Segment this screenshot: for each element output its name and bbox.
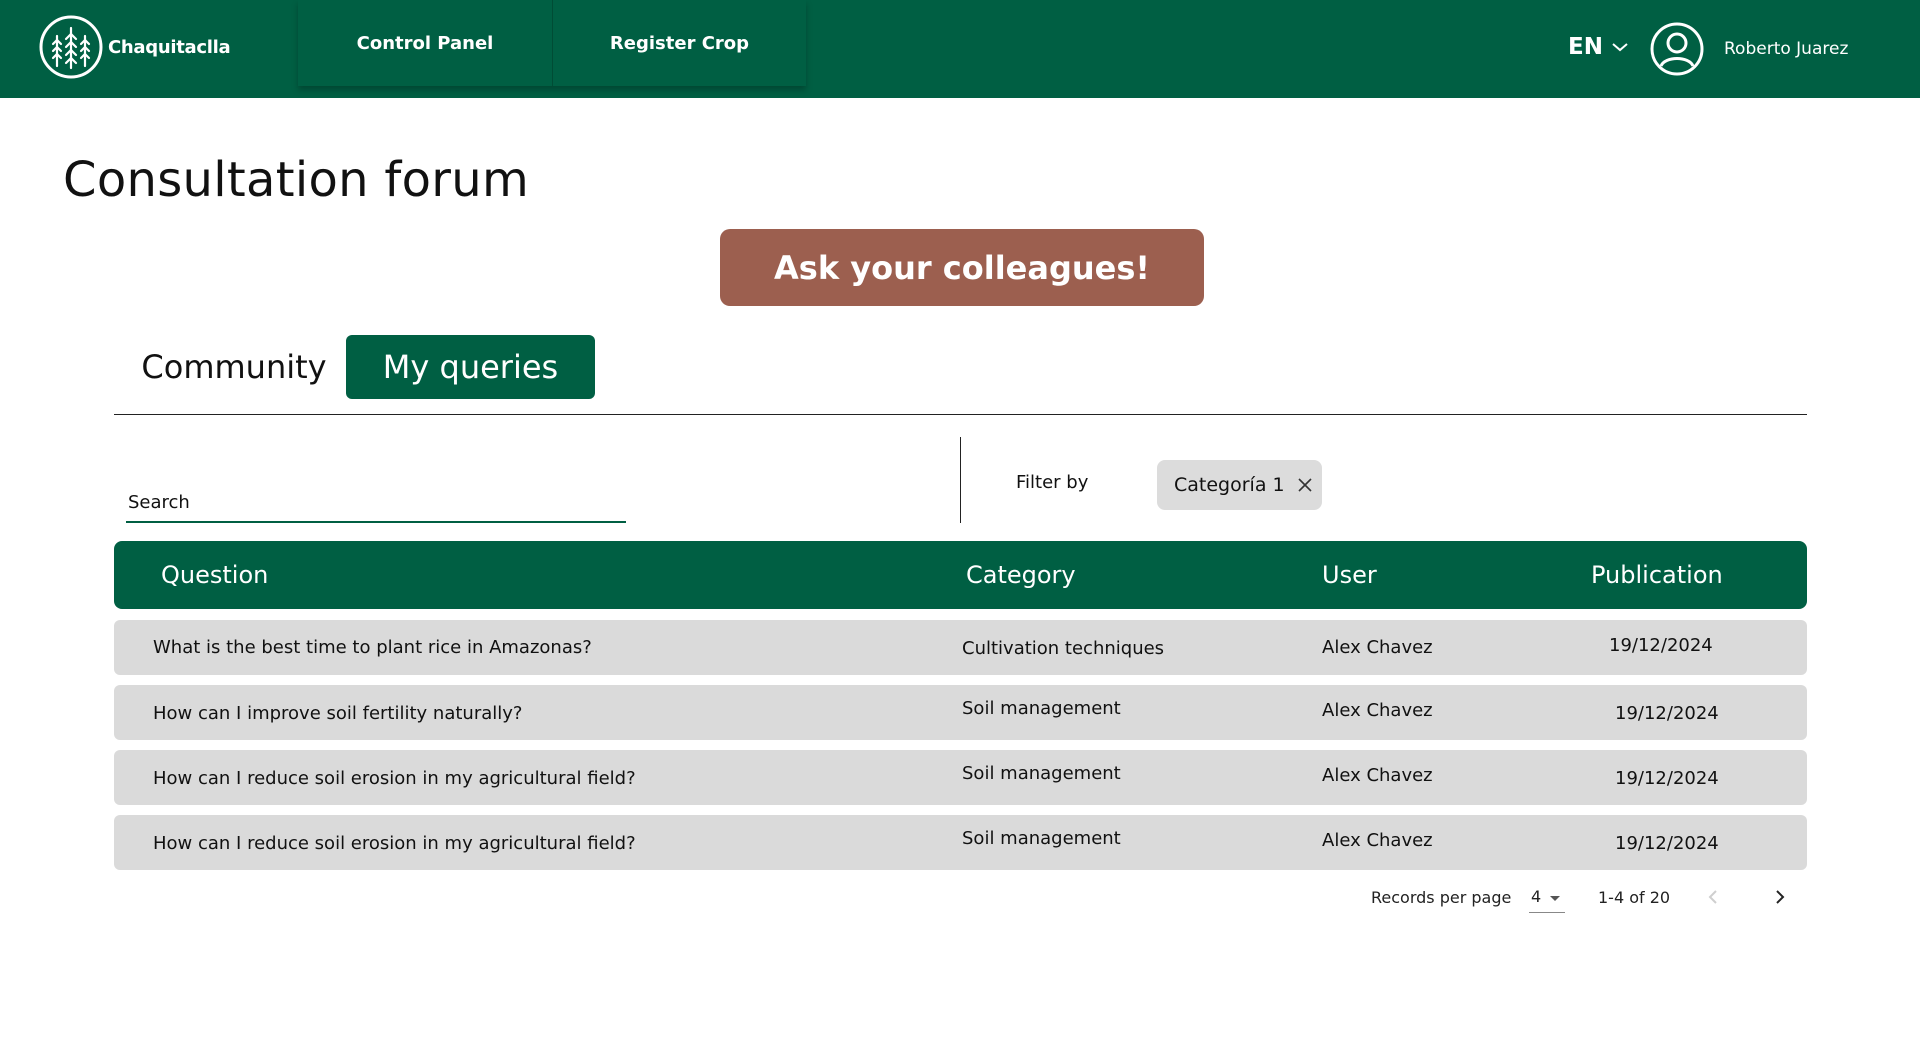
language-label: EN [1568,34,1603,60]
row-publication: 19/12/2024 [1609,635,1713,656]
filter-divider [960,437,961,523]
page-title: Consultation forum [63,152,530,208]
row-user: Alex Chavez [1322,700,1433,721]
row-user: Alex Chavez [1322,830,1433,851]
user-circle-icon[interactable] [1650,22,1704,76]
table-row[interactable]: How can I reduce soil erosion in my agri… [114,815,1807,870]
row-question: How can I reduce soil erosion in my agri… [153,833,636,854]
row-publication: 19/12/2024 [1615,703,1719,724]
records-per-page-select[interactable]: 4 [1529,885,1565,913]
row-publication: 19/12/2024 [1615,768,1719,789]
tab-my-queries[interactable]: My queries [346,335,595,399]
close-icon[interactable] [1297,477,1313,493]
column-header-user[interactable]: User [1322,561,1377,589]
row-category: Soil management [962,828,1121,849]
row-category: Soil management [962,698,1121,719]
filter-label: Filter by [1016,472,1089,493]
per-page-value: 4 [1531,887,1542,906]
chevron-right-icon[interactable] [1774,889,1786,909]
ask-colleagues-button[interactable]: Ask your colleagues! [720,229,1204,306]
table-header: Question Category User Publication [114,541,1807,609]
user-name[interactable]: Roberto Juarez [1724,39,1848,59]
table-row[interactable]: How can I improve soil fertility natural… [114,685,1807,740]
wheat-logo-icon [39,15,103,79]
row-user: Alex Chavez [1322,637,1433,658]
column-header-publication[interactable]: Publication [1591,561,1723,589]
top-navbar: Chaquitaclla Control Panel Register Crop… [0,0,1920,98]
column-header-question[interactable]: Question [161,561,268,589]
dropdown-arrow-icon [1550,896,1560,901]
table-row[interactable]: How can I reduce soil erosion in my agri… [114,750,1807,805]
row-question: How can I improve soil fertility natural… [153,703,523,724]
chevron-left-icon[interactable] [1707,889,1719,909]
language-selector[interactable]: EN [1568,34,1629,60]
chevron-down-icon [1612,43,1628,52]
row-category: Soil management [962,763,1121,784]
row-category: Cultivation techniques [962,638,1165,659]
nav-register-crop[interactable]: Register Crop [553,0,806,86]
pagination-range: 1-4 of 20 [1598,888,1671,907]
table-row[interactable]: What is the best time to plant rice in A… [114,620,1807,675]
main-nav: Control Panel Register Crop [298,0,806,86]
records-per-page-label: Records per page [1371,888,1512,907]
row-user: Alex Chavez [1322,765,1433,786]
brand-name: Chaquitaclla [108,36,231,58]
filter-chip-category[interactable]: Categoría 1 [1157,460,1322,510]
tabs-divider [114,414,1807,415]
nav-control-panel[interactable]: Control Panel [298,0,553,86]
chip-label: Categoría 1 [1174,474,1285,496]
brand-logo[interactable]: Chaquitaclla [38,14,231,80]
row-question: How can I reduce soil erosion in my agri… [153,768,636,789]
row-question: What is the best time to plant rice in A… [153,637,592,658]
column-header-category[interactable]: Category [966,561,1076,589]
tab-community[interactable]: Community [114,335,354,399]
search-input[interactable] [126,478,626,523]
row-publication: 19/12/2024 [1615,833,1719,854]
